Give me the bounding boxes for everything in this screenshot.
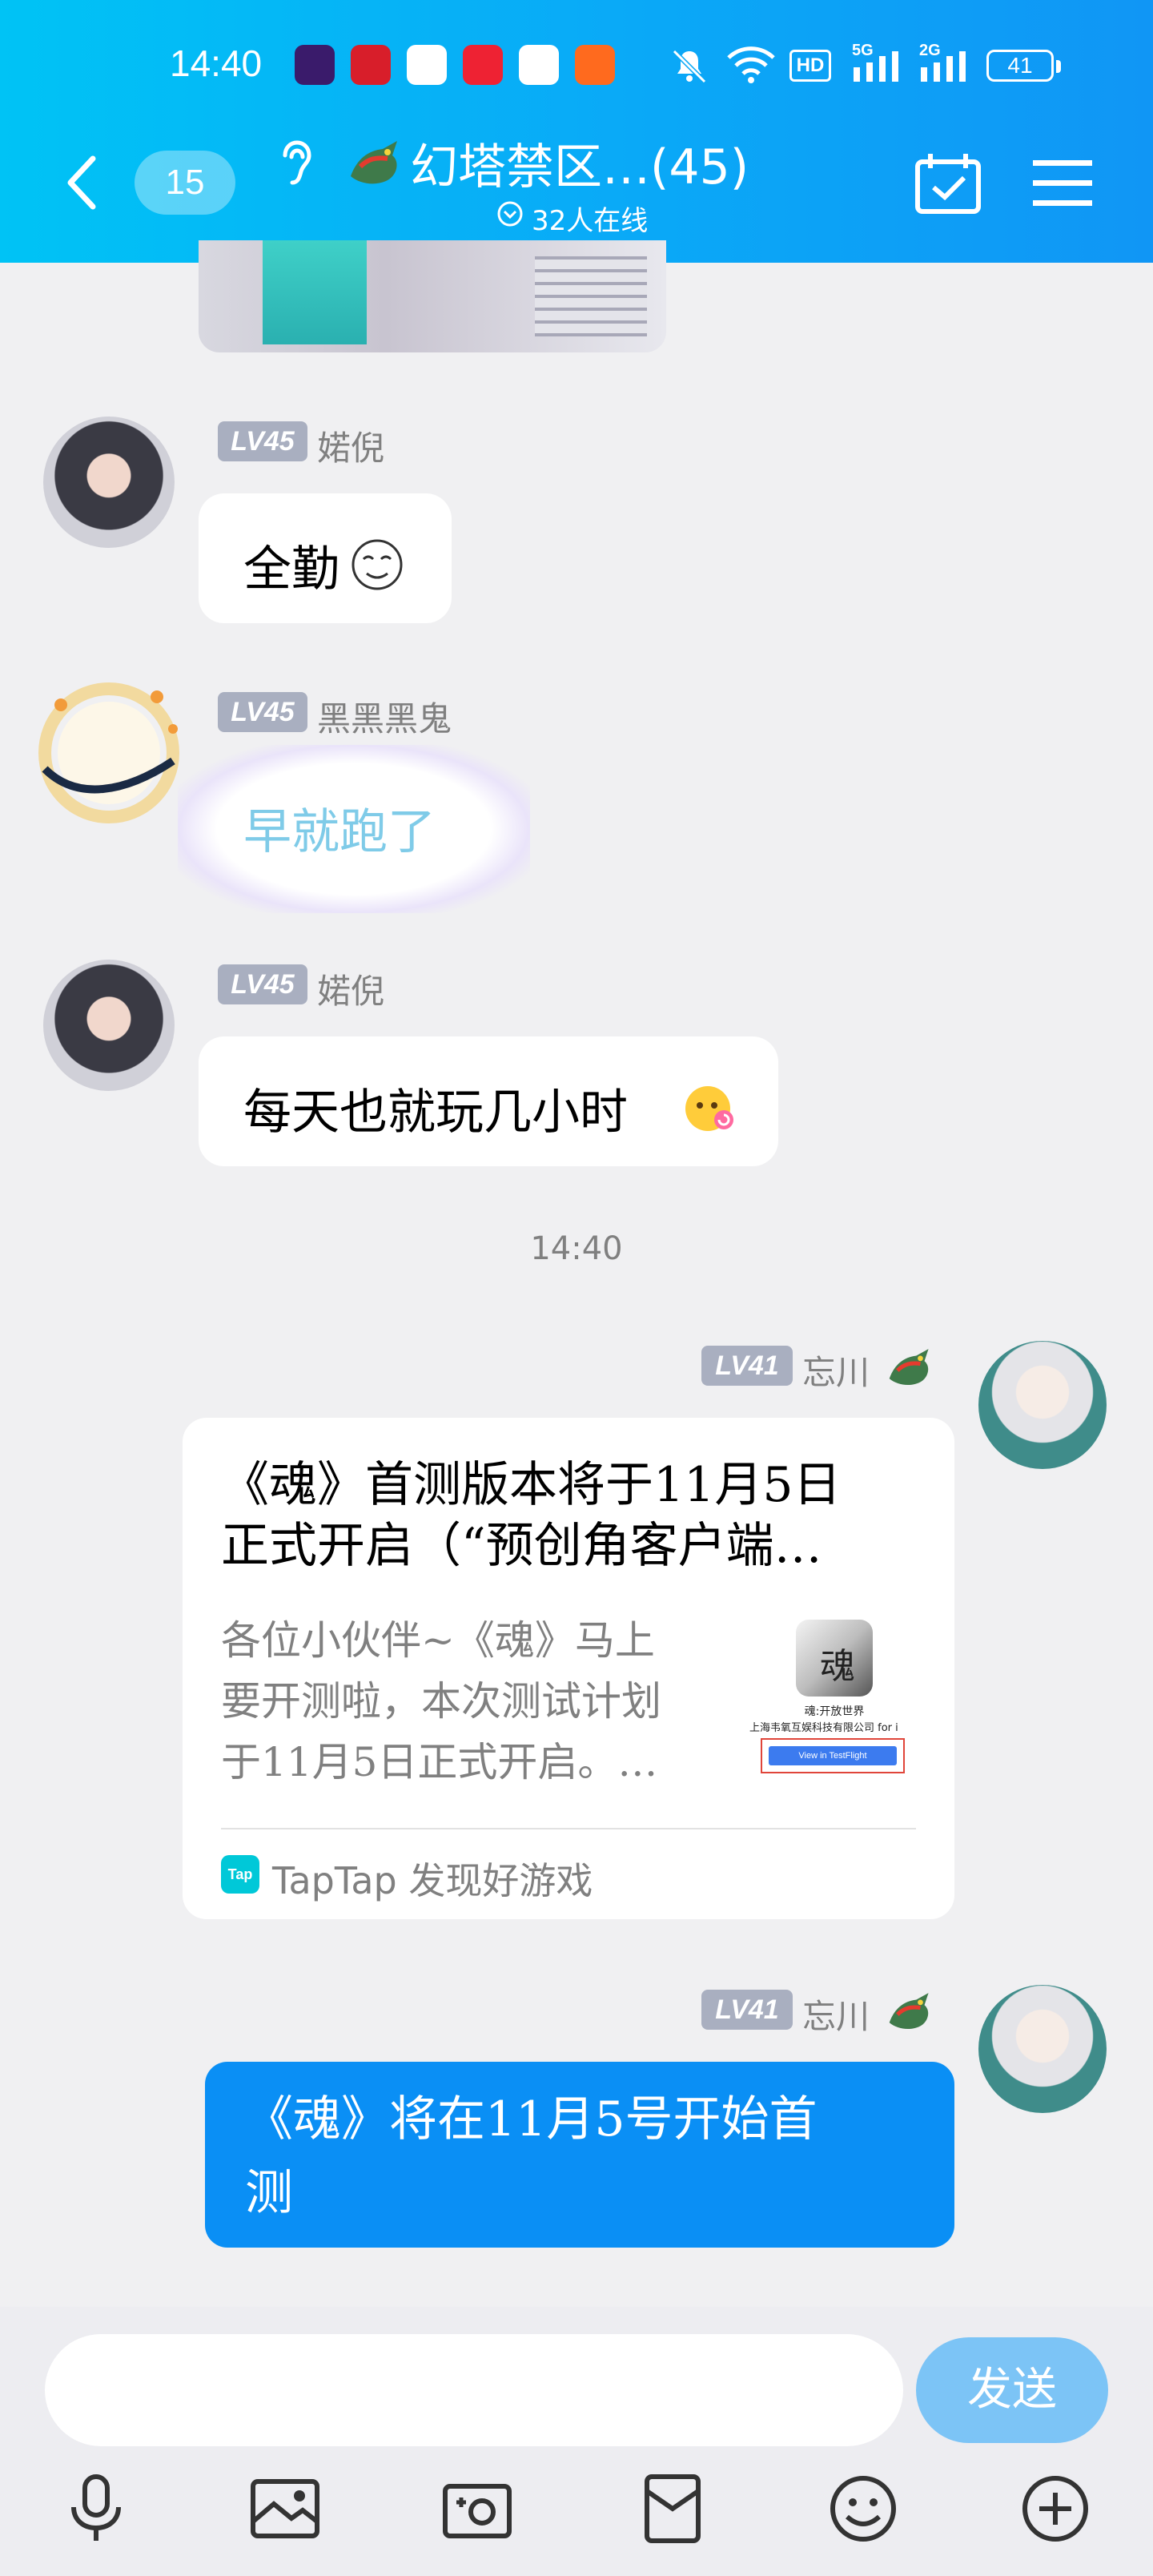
avatar-frame-icon[interactable]: [29, 673, 189, 833]
share-card-description: 各位小伙伴~《魂》马上 要开测啦，本次测试计划 于11月5日正式开启。…: [221, 1610, 733, 1793]
taptap-logo-icon: Tap: [221, 1855, 259, 1894]
message-input[interactable]: [45, 2334, 903, 2446]
app-notification-icon: [519, 45, 559, 85]
emoji-icon[interactable]: [828, 2473, 898, 2544]
mute-bell-icon: [672, 49, 707, 84]
avatar[interactable]: [43, 417, 175, 548]
message-bubble[interactable]: 每天也就玩几小时: [199, 1036, 778, 1166]
meme-face-emoji-icon: [352, 539, 403, 590]
thumb-button: View in TestFlight: [769, 1746, 897, 1765]
group-emblem-icon: [889, 1993, 929, 2030]
group-title[interactable]: 幻塔禁区…(45): [410, 128, 749, 198]
app-notification-icon: [407, 45, 447, 85]
sender-nickname[interactable]: 忘川: [802, 1346, 870, 1395]
share-card-title[interactable]: 《魂》首测版本将于11月5日 正式开启（“预创角客户端…: [221, 1455, 926, 1576]
calendar-check-icon[interactable]: [914, 152, 982, 215]
back-icon[interactable]: [64, 154, 99, 211]
message-text: 《魂》将在11月5号开始首 测: [245, 2083, 918, 2230]
message-text: 每天也就玩几小时: [243, 1085, 628, 1141]
message-text: 早就跑了: [243, 804, 436, 860]
sender-nickname[interactable]: 忘川: [802, 1990, 870, 2039]
plus-icon[interactable]: [1020, 2473, 1091, 2544]
app-notification-icon: [295, 45, 335, 85]
wifi-icon: [727, 46, 775, 83]
battery-icon: 41: [986, 50, 1061, 82]
earpiece-mode-icon[interactable]: [279, 138, 314, 195]
app-notification-icon: [575, 45, 615, 85]
thumb-caption: 魂:开放世界: [804, 1705, 865, 1718]
avatar[interactable]: [978, 1985, 1107, 2113]
menu-icon[interactable]: [1033, 157, 1092, 208]
message-bubble[interactable]: 全勤: [199, 493, 452, 623]
image-content: [263, 240, 367, 344]
signal-5g-icon: [854, 51, 898, 82]
share-card-title-line: 《魂》首测版本将于11月5日: [221, 1457, 842, 1513]
group-emblem-icon: [351, 141, 397, 184]
chevron-down-circle-icon: [497, 201, 523, 227]
lollipop-emoji-icon: [685, 1086, 733, 1131]
special-bubble-frame[interactable]: 早就跑了: [178, 745, 530, 913]
avatar[interactable]: [978, 1341, 1107, 1469]
group-emblem-icon: [889, 1349, 929, 1386]
share-card-desc-line: 于11月5日正式开启。…: [221, 1739, 658, 1785]
level-badge: LV45: [218, 964, 307, 1004]
online-count[interactable]: 32人在线: [532, 199, 648, 238]
microphone-icon[interactable]: [61, 2473, 131, 2544]
avatar[interactable]: [43, 960, 175, 1091]
image-message[interactable]: [199, 240, 666, 352]
thumb-highlight: View in TestFlight: [761, 1738, 905, 1773]
message-timestamp: 14:40: [530, 1230, 623, 1267]
message-text: 全勤: [243, 541, 339, 598]
red-packet-icon[interactable]: [637, 2473, 708, 2544]
sender-nickname[interactable]: 婼倪: [317, 964, 384, 1013]
unread-count-badge[interactable]: 15: [135, 151, 235, 215]
sender-nickname[interactable]: 黑黑黑鬼: [317, 692, 452, 741]
image-icon[interactable]: [250, 2473, 320, 2544]
status-time: 14:40: [170, 42, 263, 84]
message-text-line: 测: [245, 2165, 293, 2221]
share-card-desc-line: 各位小伙伴~《魂》马上: [221, 1617, 655, 1664]
share-card-desc-line: 要开测啦，本次测试计划: [221, 1678, 661, 1725]
level-badge: LV41: [701, 1990, 793, 2030]
share-card-title-line: 正式开启（“预创角客户端…: [221, 1518, 822, 1574]
image-content: [535, 256, 647, 336]
share-card-source: TapTap 发现好游戏: [272, 1859, 593, 1902]
sender-nickname[interactable]: 婼倪: [317, 421, 384, 470]
level-badge: LV45: [218, 421, 307, 461]
message-text-line: 《魂》将在11月5号开始首: [245, 2091, 818, 2147]
share-card-divider: [221, 1828, 916, 1829]
thumb-caption: 上海韦氧互娱科技有限公司 for i: [749, 1722, 898, 1734]
signal-2g-icon: [921, 51, 966, 82]
hd-icon: HD: [789, 50, 831, 82]
level-badge: LV45: [218, 692, 307, 732]
game-app-icon: 魂: [796, 1620, 873, 1697]
level-badge: LV41: [701, 1346, 793, 1386]
app-notification-icon: [351, 45, 391, 85]
send-button[interactable]: 发送: [916, 2337, 1108, 2443]
app-notification-icon: [463, 45, 503, 85]
share-card-thumbnail: 魂 魂:开放世界 上海韦氧互娱科技有限公司 for i View in Test…: [749, 1610, 919, 1786]
camera-icon[interactable]: [442, 2473, 512, 2544]
